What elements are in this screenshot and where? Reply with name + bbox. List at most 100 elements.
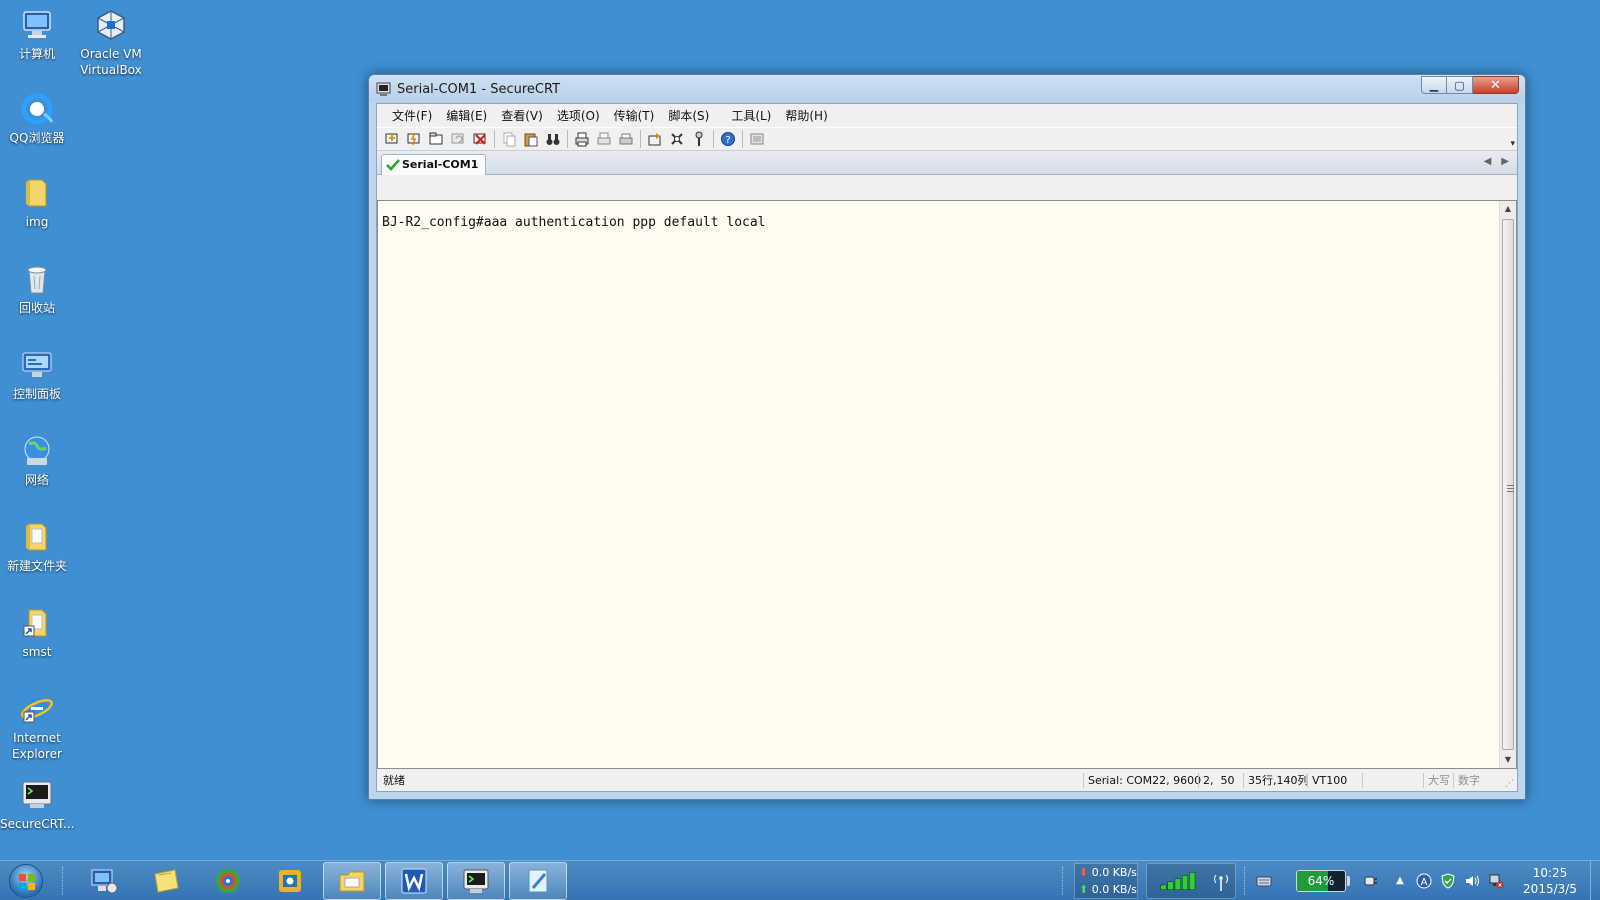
scrollbar-thumb[interactable]	[1502, 219, 1514, 750]
net-upload-speed: 0.0 KB/s	[1091, 883, 1137, 896]
print-icon	[575, 132, 589, 147]
security-tray-icon[interactable]	[1440, 873, 1456, 889]
print-selection-button[interactable]	[593, 129, 615, 149]
download-arrow-icon: ⬇	[1079, 866, 1089, 879]
printer-setup-button[interactable]	[615, 129, 637, 149]
tab-serial-com1[interactable]: Serial-COM1	[381, 154, 487, 175]
sftp-button[interactable]	[746, 129, 768, 149]
desktop-icon-label: smst	[22, 645, 52, 659]
desktop-icon-securecrt[interactable]: SecureCRT...	[0, 778, 74, 832]
menu-edit[interactable]: 编辑(E)	[439, 107, 494, 124]
status-ready: 就绪	[383, 774, 405, 787]
resize-grip-icon[interactable]: ⋰	[1505, 779, 1515, 789]
status-terminal-size: 35行,140列	[1243, 773, 1313, 788]
taskbar-securecrt[interactable]	[447, 862, 505, 900]
battery-indicator[interactable]: 64%	[1296, 870, 1346, 892]
desktop-icon-label: 新建文件夹	[6, 559, 67, 573]
disconnect-button[interactable]	[469, 129, 491, 149]
maximize-button[interactable]: ▢	[1447, 76, 1473, 94]
terminal-scrollbar[interactable]: ▲ ▼	[1499, 201, 1516, 768]
copy-button[interactable]	[498, 129, 520, 149]
securecrt-app-icon	[376, 82, 391, 97]
global-options-button[interactable]	[666, 129, 688, 149]
desktop-icon-network[interactable]: 网络	[0, 434, 74, 488]
input-method-tray-icon[interactable]: A	[1416, 873, 1432, 889]
status-caps-lock: 大写	[1423, 773, 1454, 788]
desktop-icon-label: 网络	[24, 473, 49, 487]
taskbar-file-explorer[interactable]	[323, 862, 381, 900]
taskbar-sticky-notes[interactable]	[137, 862, 195, 900]
menu-tools[interactable]: 工具(L)	[724, 107, 778, 124]
keymap-button[interactable]	[688, 129, 710, 149]
desktop-icon-control-panel[interactable]: 控制面板	[0, 348, 74, 402]
desktop-icon-computer[interactable]: 计算机	[0, 8, 74, 62]
start-button[interactable]	[4, 862, 48, 900]
toolbar-overflow-icon[interactable]: ▾	[1510, 139, 1515, 149]
taskbar-grip	[1244, 867, 1247, 895]
scroll-down-icon[interactable]: ▼	[1500, 752, 1516, 768]
scroll-grip-icon	[1507, 484, 1514, 492]
taskbar-computer[interactable]	[75, 862, 133, 900]
menu-view[interactable]: 查看(V)	[494, 107, 550, 124]
taskbar-outlook[interactable]	[261, 862, 319, 900]
system-clock[interactable]: 10:25 2015/3/5	[1512, 865, 1588, 897]
network-status-icon	[1489, 874, 1504, 889]
show-hidden-icons-button[interactable]: ▲	[1392, 873, 1408, 889]
wireless-signal-widget[interactable]	[1146, 863, 1236, 899]
minimize-icon: ▁	[1429, 78, 1439, 92]
connect-tab-button[interactable]	[425, 129, 447, 149]
file-explorer-icon	[339, 871, 365, 892]
window-titlebar[interactable]: Serial-COM1 - SecureCRT ▁ ▢ ✕	[369, 75, 1525, 103]
reconnect-icon	[451, 133, 464, 144]
desktop-icon-virtualbox[interactable]: Oracle VM VirtualBox	[74, 8, 148, 78]
menu-options[interactable]: 选项(O)	[550, 107, 607, 124]
taskbar-notepad[interactable]	[509, 862, 567, 900]
menu-transfer[interactable]: 传输(T)	[607, 107, 662, 124]
desktop-icon-label: SecureCRT...	[0, 817, 75, 831]
copy-icon	[503, 132, 516, 147]
desktop-icon-qq-browser[interactable]: QQ浏览器	[0, 92, 74, 146]
minimize-button[interactable]: ▁	[1421, 76, 1447, 94]
session-options-button[interactable]	[644, 129, 666, 149]
paste-button[interactable]	[520, 129, 542, 149]
print-button[interactable]	[571, 129, 593, 149]
menu-help[interactable]: 帮助(H)	[778, 107, 834, 124]
disconnect-icon	[473, 133, 486, 145]
desktop-icon-img-folder[interactable]: img	[0, 176, 74, 230]
desktop-icon-internet-explorer[interactable]: Internet Explorer	[0, 692, 74, 762]
reconnect-button[interactable]	[447, 129, 469, 149]
scroll-up-icon[interactable]: ▲	[1500, 201, 1516, 217]
close-button[interactable]: ✕	[1473, 76, 1519, 94]
session-options-icon	[648, 133, 661, 146]
show-desktop-button[interactable]	[1590, 861, 1600, 900]
securecrt-icon	[463, 869, 489, 893]
taskbar-word[interactable]	[385, 862, 443, 900]
network-tray-icon[interactable]	[1488, 873, 1504, 889]
network-speed-widget[interactable]: ⬇ 0.0 KB/s ⬆ 0.0 KB/s	[1074, 863, 1138, 899]
printer-icon	[619, 133, 633, 145]
menu-script[interactable]: 脚本(S)	[661, 107, 716, 124]
quick-connect-button[interactable]	[403, 129, 425, 149]
folder-icon	[20, 520, 54, 554]
keyboard-tray-icon[interactable]	[1256, 873, 1272, 889]
tab-scroll-left-icon[interactable]: ◀	[1484, 156, 1492, 167]
desktop-icon-new-folder[interactable]: 新建文件夹	[0, 520, 74, 574]
clock-time: 10:25	[1532, 866, 1568, 880]
battery-terminal	[1347, 876, 1350, 886]
battery-percent: 64%	[1307, 874, 1335, 888]
menu-file[interactable]: 文件(F)	[385, 107, 439, 124]
connect-button[interactable]	[381, 129, 403, 149]
tab-scroll-right-icon[interactable]: ▶	[1501, 156, 1509, 167]
mail-app-icon	[279, 870, 301, 892]
net-download-speed: 0.0 KB/s	[1091, 866, 1137, 879]
power-plug-tray-icon[interactable]	[1362, 873, 1378, 889]
status-empty	[1362, 773, 1430, 788]
find-button[interactable]	[542, 129, 564, 149]
taskbar-360-browser[interactable]	[199, 862, 257, 900]
desktop-icon-recycle-bin[interactable]: 回收站	[0, 262, 74, 316]
desktop-icon-smst[interactable]: smst	[0, 606, 74, 660]
volume-tray-icon[interactable]	[1464, 873, 1480, 889]
help-button[interactable]: ?	[717, 129, 739, 149]
terminal-area[interactable]: BJ-R2_config#aaa authentication ppp defa…	[377, 200, 1517, 769]
windows-logo-icon	[9, 864, 43, 898]
